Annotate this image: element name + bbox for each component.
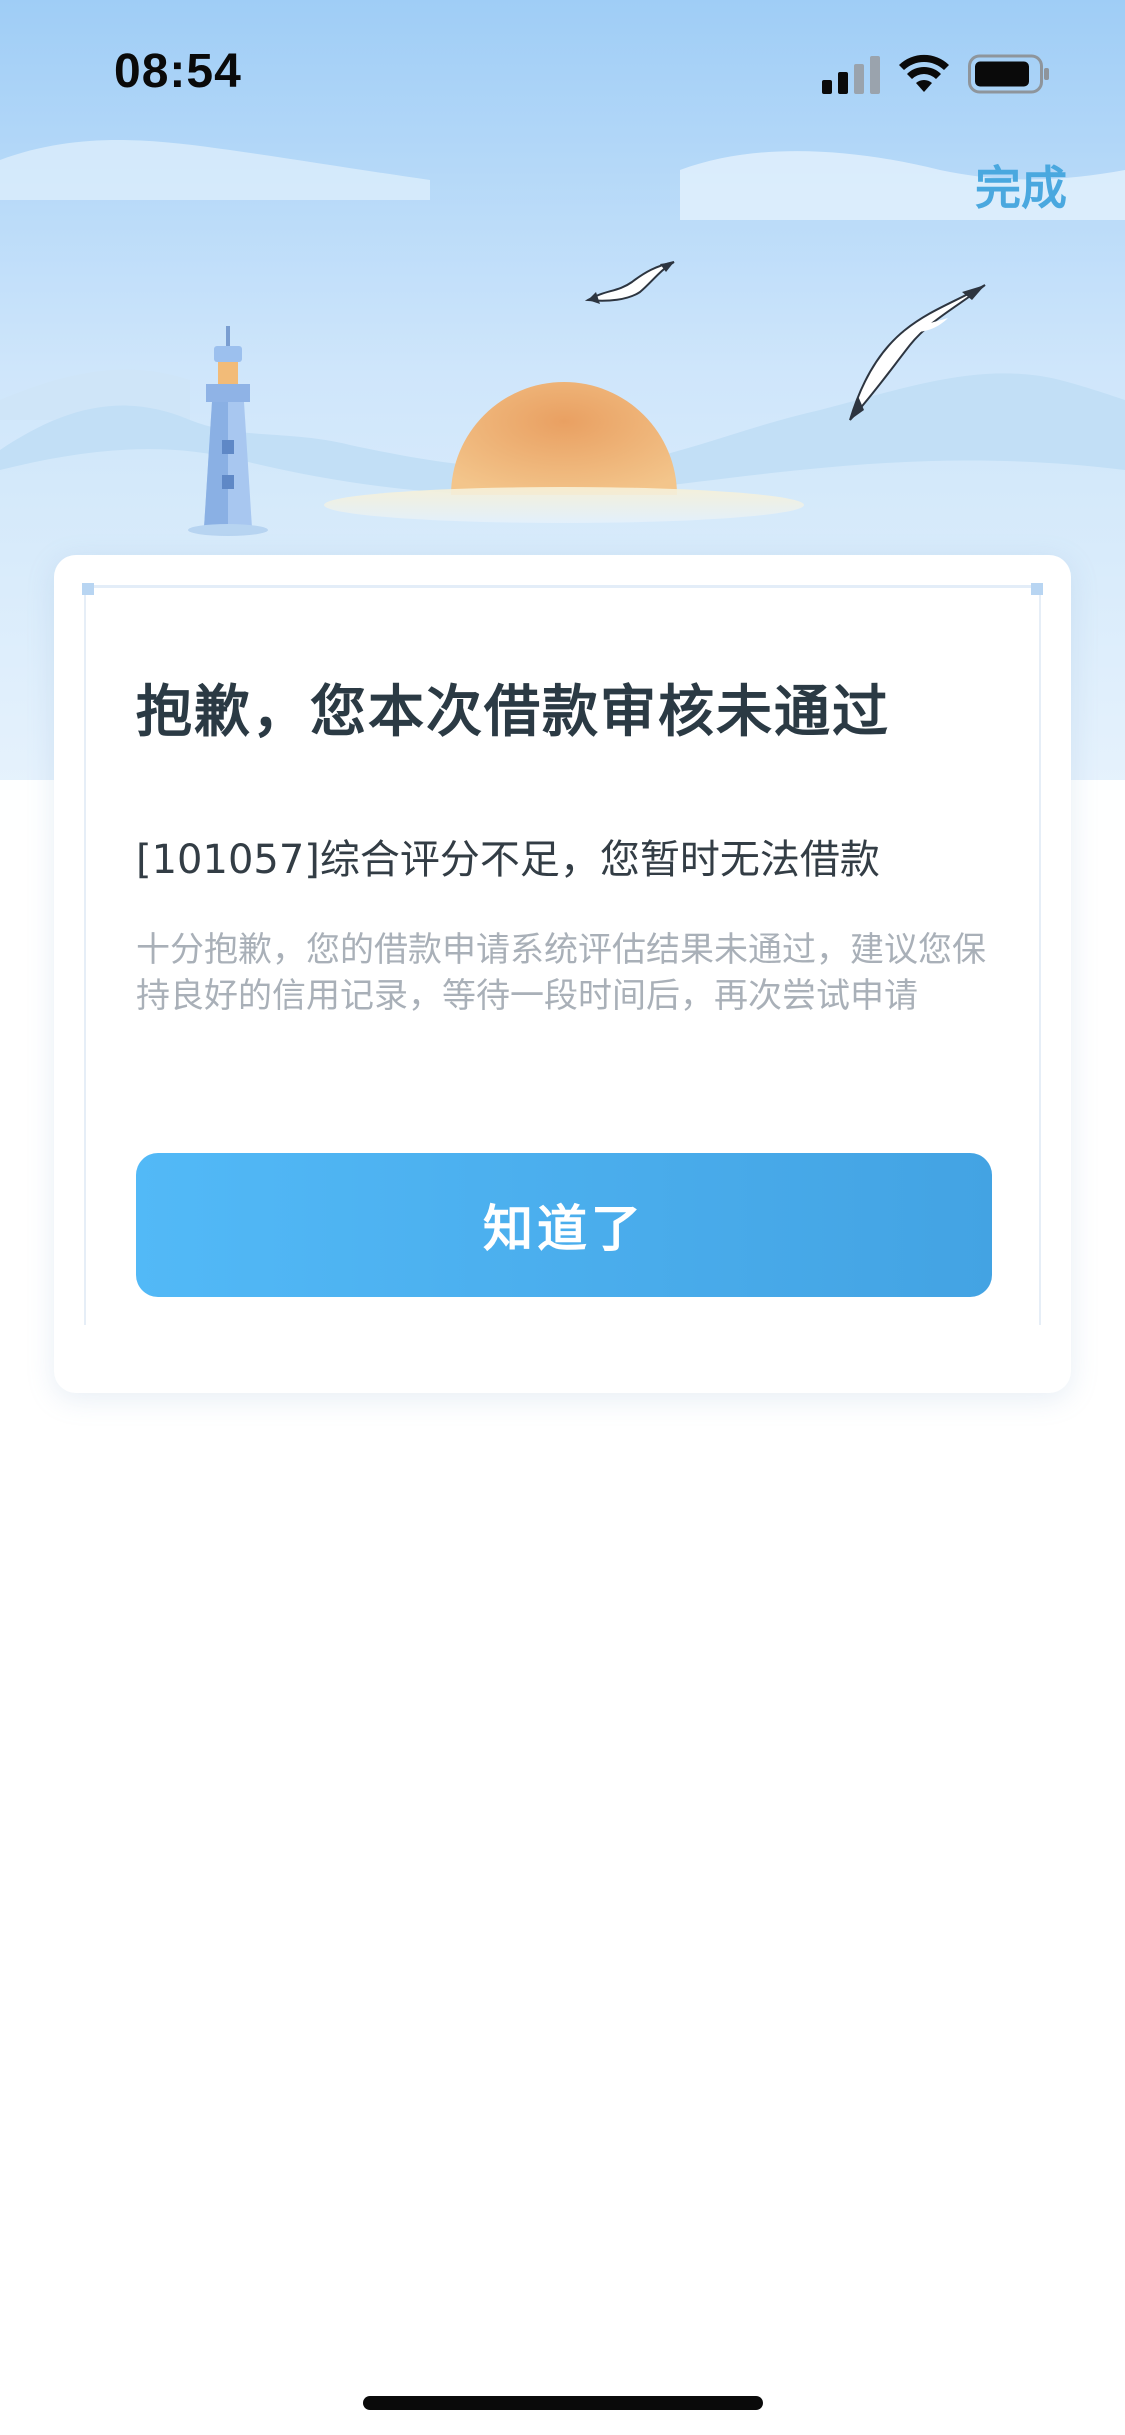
acknowledge-button[interactable]: 知道了 (136, 1153, 992, 1297)
frame-corner (1031, 583, 1043, 595)
result-title: 抱歉，您本次借款审核未通过 (136, 680, 890, 745)
frame-corner (82, 583, 94, 595)
status-bar: 08:54 (0, 0, 1125, 140)
result-card: 抱歉，您本次借款审核未通过 [101057]综合评分不足，您暂时无法借款 十分抱… (54, 555, 1071, 1393)
status-time: 08:54 (114, 45, 242, 98)
rejection-reason: [101057]综合评分不足，您暂时无法借款 (136, 837, 880, 883)
battery-icon (968, 54, 1049, 94)
done-button[interactable]: 完成 (975, 152, 1067, 218)
rejection-detail: 十分抱歉，您的借款申请系统评估结果未通过，建议您保持良好的信用记录，等待一段时间… (136, 930, 986, 1016)
cellular-signal-icon (822, 56, 880, 94)
home-indicator[interactable] (363, 2396, 763, 2410)
wifi-icon (899, 54, 949, 92)
loan-result-screen: 08:54 完成 抱歉，您本次借款审核未通过 [101057]综合评分不足，您暂… (0, 0, 1125, 2435)
